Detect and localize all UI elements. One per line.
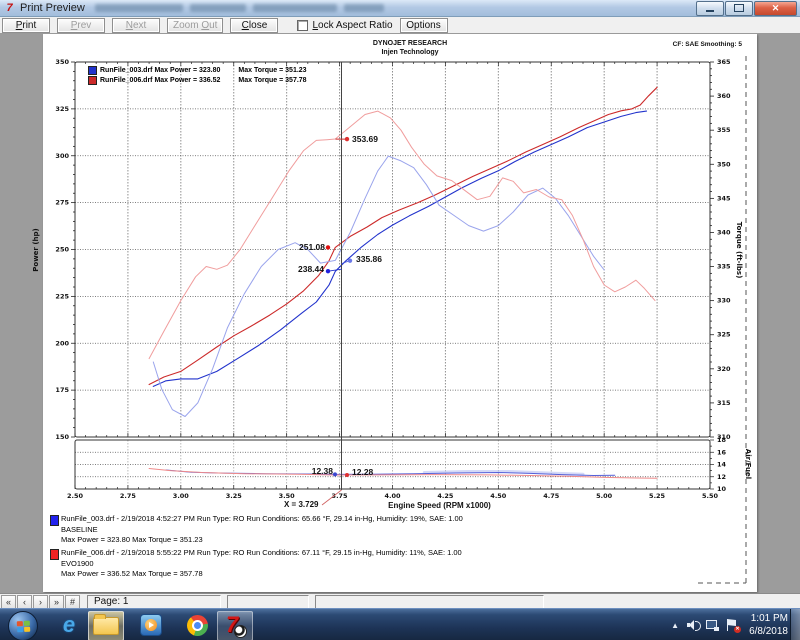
- legend-swatch-blue: [88, 66, 97, 75]
- run-name: BASELINE: [61, 525, 463, 536]
- run-info-evo1900: RunFile_006.drf - 2/19/2018 5:55:22 PM R…: [61, 548, 462, 580]
- minimize-button[interactable]: [696, 1, 724, 16]
- taskbar-item-internet-explorer[interactable]: e: [52, 611, 86, 639]
- zoom-out-button[interactable]: Zoom Out: [167, 18, 223, 33]
- run-info-line: RunFile_006.drf - 2/19/2018 5:55:22 PM R…: [61, 548, 462, 559]
- goto-page-button[interactable]: #: [65, 595, 80, 609]
- annotation-torque-blue: 335.86: [356, 254, 382, 264]
- next-button[interactable]: Next: [112, 18, 160, 33]
- titlebar: 7 Print Preview ✕: [0, 0, 800, 17]
- run-stats: Max Power = 336.52 Max Torque = 357.78: [61, 569, 462, 580]
- maximize-icon: [734, 4, 744, 12]
- internet-explorer-icon: e: [63, 614, 75, 636]
- run-info-line: RunFile_003.drf - 2/19/2018 4:52:27 PM R…: [61, 514, 463, 525]
- network-icon[interactable]: [706, 620, 719, 631]
- legend-swatch-red: [88, 76, 97, 85]
- last-page-button[interactable]: »: [49, 595, 64, 609]
- next-page-button[interactable]: ›: [33, 595, 48, 609]
- clock-time: 1:01 PM: [749, 612, 788, 625]
- lock-aspect-ratio-label: Lock Aspect Ratio: [312, 20, 392, 31]
- x-axis-title: Engine Speed (RPM x1000): [357, 501, 522, 510]
- legend-row: RunFile_006.drf Max Power = 336.52 Max T…: [88, 75, 307, 85]
- run-swatch-red: [50, 549, 59, 560]
- annotation-power-red: 251.08: [299, 242, 325, 252]
- minimize-icon: [706, 10, 714, 12]
- close-button[interactable]: ✕: [754, 1, 797, 16]
- lock-aspect-ratio-checkbox[interactable]: [297, 20, 308, 31]
- print-button[interactable]: Print: [2, 18, 50, 33]
- taskbar: e 7 ▲ ✕ 1:01 PM 6/8/2018: [0, 608, 800, 640]
- annotation-af-red: 12.28: [352, 467, 373, 477]
- taskbar-item-explorer[interactable]: [88, 611, 124, 640]
- taskbar-item-winpep[interactable]: 7: [217, 611, 253, 640]
- close-preview-button[interactable]: Close: [230, 18, 278, 33]
- options-button[interactable]: Options: [400, 18, 448, 33]
- lock-aspect-ratio-group: Lock Aspect Ratio: [297, 20, 392, 31]
- run-swatch-blue: [50, 515, 59, 526]
- tray-expand-icon[interactable]: ▲: [671, 621, 679, 630]
- statusbar-panel: [227, 595, 309, 609]
- legend-row: RunFile_003.drf Max Power = 323.80 Max T…: [88, 65, 307, 75]
- app-icon: 7: [3, 2, 16, 15]
- chrome-icon: [187, 615, 208, 636]
- maximize-button[interactable]: [725, 1, 753, 16]
- annotation-torque-red: 353.69: [352, 134, 378, 144]
- statusbar: « ‹ › » # Page: 1: [0, 593, 800, 609]
- chart-title-line1: DYNOJET RESEARCH: [330, 40, 490, 47]
- page-indicator: Page: 1: [87, 595, 221, 609]
- correction-smoothing-note: CF: SAE Smoothing: 5: [673, 41, 742, 48]
- annotation-af-blue: 12.38: [312, 466, 333, 476]
- close-icon: ✕: [772, 3, 780, 14]
- chart-legend: RunFile_003.drf Max Power = 323.80 Max T…: [88, 65, 307, 85]
- prev-button[interactable]: Prev: [57, 18, 105, 33]
- screen: 7 Print Preview ✕ Print Prev Next Zoom O…: [0, 0, 800, 640]
- taskbar-item-media-player[interactable]: [134, 611, 168, 639]
- action-center-flag-icon[interactable]: ✕: [727, 619, 738, 631]
- run-name: EVO1900: [61, 559, 462, 570]
- cursor-x-label: X = 3.729: [284, 500, 318, 509]
- volume-icon[interactable]: [687, 620, 698, 630]
- system-tray: ▲ ✕: [671, 609, 738, 640]
- toolbar: Print Prev Next Zoom Out Close Lock Aspe…: [0, 17, 800, 34]
- media-player-icon: [140, 614, 162, 636]
- first-page-button[interactable]: «: [1, 595, 16, 609]
- windows-flag-icon: [16, 620, 30, 632]
- statusbar-panel: [315, 595, 544, 609]
- folder-icon: [93, 617, 119, 635]
- clock-date: 6/8/2018: [749, 625, 788, 638]
- show-desktop-button[interactable]: [790, 609, 800, 640]
- start-button[interactable]: [8, 611, 38, 640]
- prev-page-button[interactable]: ‹: [17, 595, 32, 609]
- chart-title-line2: Injen Technology: [330, 49, 490, 56]
- redacted-title-text: [95, 4, 384, 12]
- taskbar-item-chrome[interactable]: [180, 611, 214, 639]
- window-title: Print Preview: [20, 2, 85, 14]
- taskbar-clock[interactable]: 1:01 PM 6/8/2018: [749, 612, 788, 638]
- run-stats: Max Power = 323.80 Max Torque = 351.23: [61, 535, 463, 546]
- annotation-power-blue: 238.44: [298, 264, 324, 274]
- run-info-baseline: RunFile_003.drf - 2/19/2018 4:52:27 PM R…: [61, 514, 463, 546]
- winpep-seven-icon: 7: [223, 614, 247, 638]
